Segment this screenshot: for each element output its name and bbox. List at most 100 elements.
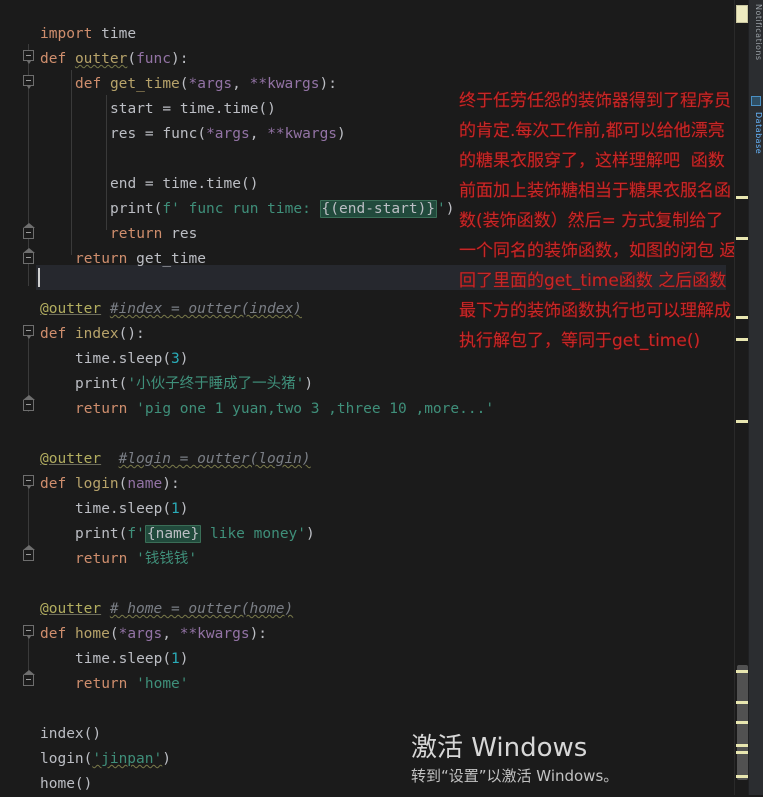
token-call-index: index() — [40, 726, 102, 742]
token-fn-home: home — [74, 626, 110, 642]
token-comment-index: #index = outter(index) — [109, 301, 302, 317]
tool-tab-database[interactable]: Database — [749, 110, 763, 154]
code-line-15[interactable]: print('小伙子终于睡成了一头猪') — [75, 372, 313, 397]
token-decorator: @outter — [40, 301, 102, 317]
error-stripe-margin[interactable] — [734, 0, 749, 795]
code-line-21[interactable]: print(f' {name} like money') — [75, 522, 315, 547]
warning-stripe-mark[interactable] — [736, 701, 748, 704]
token-fstring-name-highlighted[interactable]: {name} — [144, 525, 202, 543]
token-param-func: func — [136, 51, 171, 67]
indent-guide — [106, 95, 107, 230]
code-line-9[interactable]: return res — [110, 222, 197, 247]
code-line-7[interactable]: end = time.time() — [110, 172, 258, 197]
code-line-12[interactable]: @outter #index = outter(index) — [40, 297, 302, 322]
code-line-29[interactable]: index() — [40, 722, 101, 747]
token-module-time: time — [101, 26, 137, 42]
token-def: def — [40, 326, 67, 342]
warning-stripe-mark[interactable] — [736, 670, 748, 673]
token-return: return — [75, 251, 128, 267]
code-line-5[interactable]: res = func(*args, **kwargs) — [110, 122, 346, 147]
token-def: def — [40, 476, 67, 492]
token-return: return — [75, 401, 128, 417]
token-fn-login: login — [74, 476, 119, 492]
code-line-14[interactable]: time.sleep(3) — [75, 347, 189, 372]
token-str-sleep-cn: '小伙子终于睡成了一头猪' — [127, 376, 305, 392]
token-num-1: 1 — [171, 651, 180, 667]
indent-guide — [71, 70, 72, 255]
token-num-3: 3 — [171, 351, 180, 367]
code-line-4[interactable]: start = time.time() — [110, 97, 276, 122]
token-str-pig: 'pig one 1 yuan,two 3 ,three 10 ,more...… — [136, 401, 495, 417]
warning-stripe-mark[interactable] — [736, 721, 748, 724]
editor-gutter[interactable] — [0, 0, 36, 795]
token-var-func: func — [162, 126, 198, 142]
code-line-25[interactable]: def home(*args, **kwargs): — [40, 622, 267, 647]
tool-tab-notifications[interactable]: Notifications — [749, 2, 763, 61]
code-line-27[interactable]: return 'home' — [75, 672, 189, 697]
code-line-3[interactable]: def get_time(*args, **kwargs): — [75, 72, 337, 97]
token-str-jinpan: 'jinpan' — [92, 751, 163, 767]
text-caret — [38, 268, 40, 287]
fold-end-get-time[interactable] — [23, 223, 35, 239]
token-import: import — [40, 26, 93, 42]
token-fn-outter: outter — [74, 51, 128, 67]
token-call-time-time: time.time() — [179, 101, 276, 117]
warning-stripe-mark[interactable] — [736, 237, 748, 240]
inspection-square-icon[interactable] — [736, 5, 748, 23]
token-decorator: @outter — [40, 451, 102, 467]
token-print: print — [75, 376, 119, 392]
pycharm-editor-window: import time def outter(func): def get_ti… — [0, 0, 763, 795]
right-tool-window-strip[interactable]: Notifications Database — [748, 0, 763, 795]
code-line-10[interactable]: return get_time — [75, 247, 206, 272]
token-kwargs: **kwargs — [267, 126, 338, 142]
code-line-22[interactable]: return '钱钱钱' — [75, 547, 197, 572]
fold-toggle-get-time[interactable] — [23, 75, 34, 89]
token-return: return — [75, 676, 128, 692]
code-line-20[interactable]: time.sleep(1) — [75, 497, 189, 522]
code-line-18[interactable]: @outter #login = outter(login) — [40, 447, 311, 472]
token-num-1: 1 — [171, 501, 180, 517]
fold-end-outter[interactable] — [23, 248, 35, 264]
fold-toggle-index[interactable] — [23, 325, 34, 339]
code-line-24[interactable]: @outter # home = outter(home) — [40, 597, 293, 622]
token-var-res: res — [110, 126, 137, 142]
code-line-8[interactable]: print(f' func run time: {(end-start)} ') — [110, 197, 455, 222]
fold-end-index[interactable] — [23, 395, 35, 411]
code-line-16[interactable]: return 'pig one 1 yuan,two 3 ,three 10 ,… — [75, 397, 494, 422]
token-print: print — [75, 526, 119, 542]
database-icon[interactable] — [751, 96, 761, 106]
fold-toggle-home[interactable] — [23, 625, 34, 639]
token-param-name: name — [127, 476, 163, 492]
code-line-31[interactable]: home() — [40, 772, 92, 797]
token-fn-index: index — [74, 326, 119, 342]
code-line-30[interactable]: login('jinpan') — [40, 747, 171, 772]
token-call-login: login — [40, 751, 84, 767]
fold-end-home[interactable] — [23, 670, 35, 686]
token-var-start: start — [110, 101, 154, 117]
fold-toggle-login[interactable] — [23, 475, 34, 489]
warning-stripe-mark[interactable] — [736, 196, 748, 199]
fold-end-login[interactable] — [23, 545, 35, 561]
code-line-2[interactable]: def outter(func): — [40, 47, 188, 72]
warning-stripe-mark[interactable] — [736, 420, 748, 423]
code-line-1[interactable]: import time — [40, 22, 136, 47]
watermark-title: 激活 Windows — [411, 733, 588, 763]
token-comment-login: #login = outter(login) — [118, 451, 311, 467]
token-comment-home: # home = outter(home) — [109, 601, 294, 617]
token-fstring-body: func run time: — [179, 201, 320, 217]
warning-stripe-mark[interactable] — [736, 316, 748, 319]
token-fstring-expression-highlighted[interactable]: {(end-start)} — [319, 200, 438, 218]
warning-stripe-mark[interactable] — [736, 338, 748, 341]
token-fstring-suffix: ' — [437, 201, 446, 217]
code-line-26[interactable]: time.sleep(1) — [75, 647, 189, 672]
code-line-19[interactable]: def login(name): — [40, 472, 180, 497]
token-def: def — [75, 76, 102, 92]
token-decorator: @outter — [40, 601, 102, 617]
code-line-13[interactable]: def index(): — [40, 322, 145, 347]
token-print: print — [110, 201, 154, 217]
token-kwargs: **kwargs — [249, 76, 320, 92]
token-str-money-cn: '钱钱钱' — [136, 551, 198, 567]
fold-toggle-outter[interactable] — [23, 50, 34, 64]
token-var-res: res — [171, 226, 198, 242]
token-call-time-time: time.time() — [162, 176, 259, 192]
